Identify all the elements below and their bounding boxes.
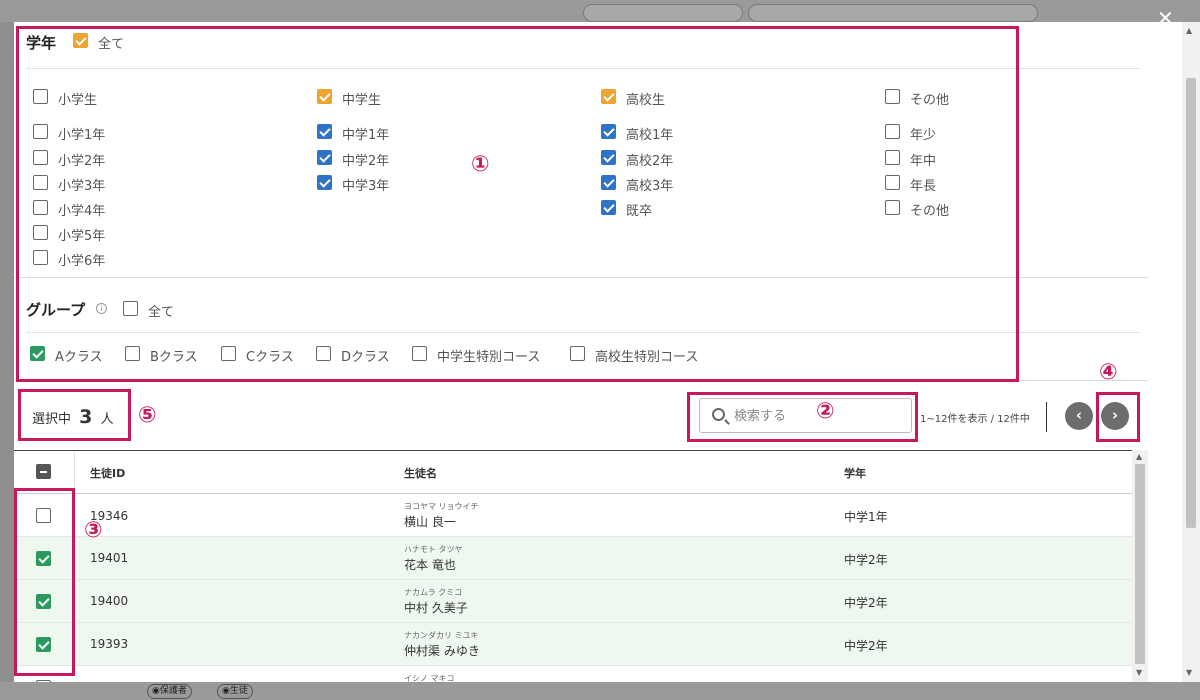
header-student-id[interactable]: 生徒ID — [90, 465, 125, 481]
row-grade: 中学2年 — [844, 639, 888, 653]
row-student-name: 花本 竜也 — [404, 558, 456, 572]
row-student-id: 19400 — [90, 594, 129, 608]
pager-separator — [1046, 402, 1047, 432]
annotation-box-filters — [16, 26, 1019, 382]
student-select-modal: 学年 全て 小学生 小学1年 小学2年 小学3年 小学4年 小学5年 小学6年 … — [14, 22, 1148, 682]
row-student-kana: ナカンダカリ ミユキ — [404, 631, 479, 640]
row-grade: 中学1年 — [844, 510, 888, 524]
annotation-number: ④ — [1099, 360, 1118, 385]
modal-side-strip — [1148, 22, 1182, 682]
table-scrollbar[interactable]: ▲ ▼ — [1132, 450, 1148, 682]
background-app-header — [0, 0, 1200, 22]
scroll-up-icon[interactable]: ▲ — [1136, 452, 1142, 461]
scroll-down-icon[interactable]: ▼ — [1186, 668, 1192, 677]
table-row[interactable]: 19400 ナカムラ クミコ 中村 久美子 中学2年 — [14, 580, 1132, 623]
table-header: 生徒ID 生徒名 学年 — [14, 450, 1132, 494]
row-student-kana: ナカムラ クミコ — [404, 588, 463, 597]
row-student-kana: ハナモト タツヤ — [404, 545, 463, 554]
row-student-name: 中村 久美子 — [404, 601, 468, 615]
background-chip-student: ◉生徒 — [217, 684, 253, 699]
outer-scrollbar[interactable]: ▲ ▼ — [1182, 22, 1200, 682]
row-student-kana: イシノ マキコ — [404, 674, 455, 682]
prev-page-button[interactable]: ‹ — [1065, 402, 1093, 430]
background-icon-group — [748, 4, 1038, 22]
background-button — [583, 4, 743, 22]
close-icon[interactable]: ✕ — [1157, 6, 1174, 30]
table-row[interactable]: 19393 ナカンダカリ ミユキ 仲村渠 みゆき 中学2年 — [14, 623, 1132, 666]
pager-text: 1~12件を表示 / 12件中 — [920, 414, 1030, 425]
table-scroll-thumb[interactable] — [1135, 464, 1145, 664]
row-checkbox[interactable] — [36, 680, 51, 682]
row-student-id: 19393 — [90, 637, 129, 651]
header-grade[interactable]: 学年 — [844, 465, 866, 481]
table-row[interactable]: 19346 ヨコヤマ リョウイチ 横山 良一 中学1年 — [14, 494, 1132, 537]
annotation-number: ② — [816, 399, 835, 424]
table-row[interactable]: イシノ マキコ — [14, 666, 1132, 682]
annotation-box-selection-count — [18, 389, 131, 441]
annotation-box-row-checkboxes — [14, 488, 75, 676]
row-grade: 中学2年 — [844, 553, 888, 567]
annotation-box-next-page — [1096, 392, 1140, 442]
annotation-number: ⑤ — [138, 403, 157, 428]
scroll-down-icon[interactable]: ▼ — [1136, 668, 1142, 677]
table-row[interactable]: 19401 ハナモト タツヤ 花本 竜也 中学2年 — [14, 537, 1132, 580]
chevron-left-icon: ‹ — [1075, 406, 1083, 424]
row-student-kana: ヨコヤマ リョウイチ — [404, 502, 479, 511]
annotation-box-search — [687, 392, 918, 442]
outer-scroll-thumb[interactable] — [1186, 78, 1196, 528]
annotation-number: ③ — [84, 518, 103, 543]
background-chip-guardian: ◉保護者 — [147, 684, 192, 699]
scroll-up-icon[interactable]: ▲ — [1186, 26, 1192, 35]
row-student-id: 19401 — [90, 551, 129, 565]
row-grade: 中学2年 — [844, 596, 888, 610]
row-student-name: 横山 良一 — [404, 515, 456, 529]
row-student-name: 仲村渠 みゆき — [404, 644, 480, 658]
header-student-name[interactable]: 生徒名 — [404, 465, 437, 481]
select-all-checkbox[interactable] — [36, 464, 51, 479]
annotation-number: ① — [471, 152, 490, 177]
